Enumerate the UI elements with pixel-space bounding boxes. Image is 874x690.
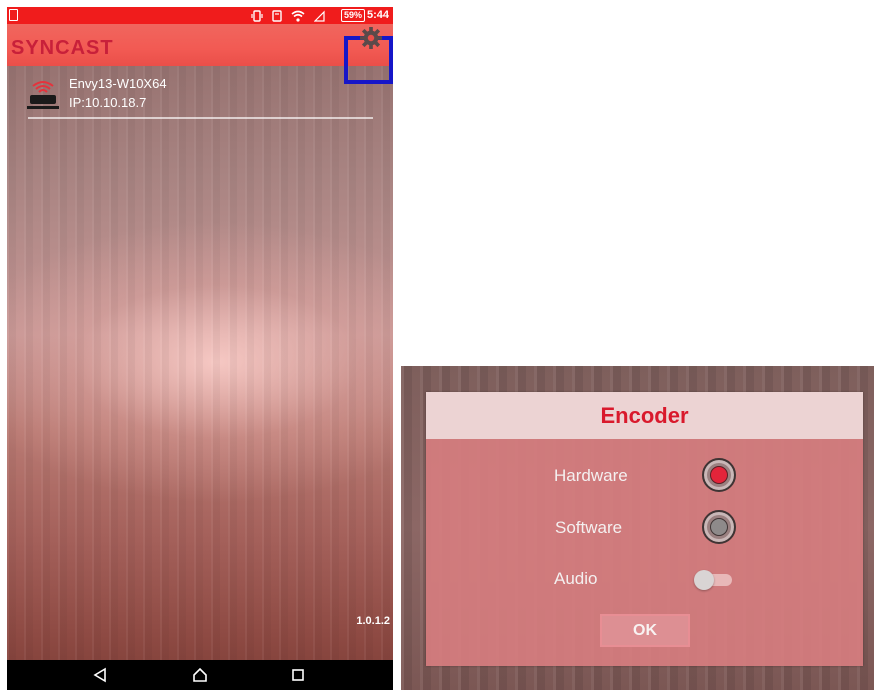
audio-label: Audio	[554, 569, 598, 588]
dialog-header: Encoder	[426, 392, 863, 439]
vibrate-icon	[251, 9, 263, 22]
hardware-label: Hardware	[554, 466, 628, 485]
back-icon[interactable]	[91, 666, 109, 684]
gear-icon	[360, 27, 382, 49]
toggle-thumb	[694, 570, 714, 590]
radio-dot-selected	[710, 466, 728, 484]
home-icon[interactable]	[191, 666, 209, 684]
nfc-icon	[272, 9, 282, 22]
sim-icon	[9, 9, 18, 21]
router-icon	[27, 81, 59, 109]
navigation-bar	[7, 660, 393, 690]
encoder-dialog: Encoder Hardware Software Audio OK	[426, 392, 863, 666]
status-time: 5:44	[366, 9, 389, 21]
phone-screen: 59% 5:44 SYNCAST Envy13-W10X64 IP:10.10.…	[7, 7, 393, 690]
version-label: 1.0.1.2	[356, 615, 390, 627]
audio-toggle[interactable]	[694, 570, 734, 590]
ok-button[interactable]: OK	[600, 614, 690, 647]
battery-indicator: 59%	[341, 9, 366, 22]
status-bar: 59% 5:44	[7, 7, 393, 24]
status-icons	[251, 8, 325, 23]
dialog-title: Encoder	[600, 403, 689, 428]
recent-apps-icon[interactable]	[289, 666, 307, 684]
device-ip: IP:10.10.18.7	[69, 95, 147, 110]
dialog-screenshot: Encoder Hardware Software Audio OK	[401, 366, 874, 690]
device-list-item[interactable]: Envy13-W10X64 IP:10.10.18.7	[25, 73, 375, 121]
app-title: SYNCAST	[11, 37, 114, 59]
wifi-icon	[291, 10, 305, 22]
radio-dot-unselected	[710, 518, 728, 536]
signal-icon	[314, 10, 325, 22]
software-label: Software	[555, 518, 623, 537]
divider	[28, 117, 373, 119]
app-bar: SYNCAST	[7, 24, 393, 84]
device-name: Envy13-W10X64	[69, 76, 167, 91]
hardware-radio[interactable]	[702, 458, 736, 492]
software-radio[interactable]	[702, 510, 736, 544]
